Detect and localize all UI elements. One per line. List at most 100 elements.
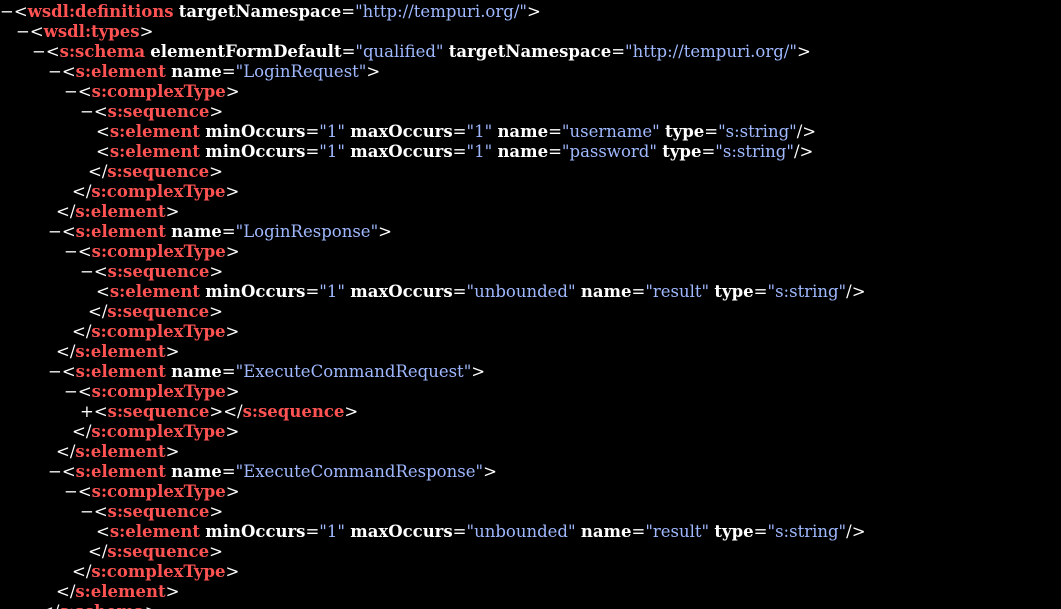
xml-punctuation: <: [77, 82, 92, 101]
xml-attribute-name: type: [662, 142, 702, 161]
xml-attribute-value: "ExecuteCommandRequest": [235, 362, 472, 381]
xml-attribute-name: name: [171, 462, 222, 481]
collapse-toggle[interactable]: −: [80, 262, 94, 281]
xml-punctuation: <: [29, 22, 44, 41]
xml-punctuation: </: [56, 442, 76, 461]
xml-punctuation: =: [452, 282, 467, 301]
xml-attribute-name: name: [171, 222, 222, 241]
xml-punctuation: =: [305, 122, 320, 141]
xml-punctuation: >: [165, 202, 180, 221]
collapse-toggle[interactable]: −: [32, 42, 46, 61]
xml-line: </s:element>: [56, 342, 179, 362]
xml-punctuation: <: [96, 142, 110, 161]
xml-tag-name: s:element: [75, 62, 166, 81]
xml-punctuation: <: [61, 222, 76, 241]
xml-punctuation: </: [88, 162, 108, 181]
xml-punctuation: >: [225, 82, 240, 101]
collapse-toggle[interactable]: −: [48, 222, 62, 241]
xml-punctuation: =: [305, 282, 320, 301]
xml-punctuation: >: [344, 402, 359, 421]
xml-punctuation: <: [96, 522, 110, 541]
xml-line: </s:sequence>: [88, 542, 223, 562]
xml-punctuation: =: [631, 282, 646, 301]
xml-punctuation: ></: [209, 402, 243, 421]
xml-tag-name: wsdl:definitions: [27, 2, 174, 21]
xml-punctuation: =: [548, 122, 562, 141]
xml-punctuation: =: [704, 122, 719, 141]
xml-punctuation: </: [56, 582, 76, 601]
xml-attribute-value: "http://tempuri.org/": [625, 42, 797, 61]
xml-tag-name: s:element: [75, 582, 166, 601]
xml-tag-name: wsdl:types: [43, 22, 140, 41]
xml-tag-name: s:element: [75, 442, 166, 461]
xml-punctuation: >: [165, 442, 180, 461]
xml-punctuation: >: [225, 422, 240, 441]
collapse-toggle[interactable]: −: [16, 22, 30, 41]
xml-punctuation: <: [93, 262, 108, 281]
collapse-toggle[interactable]: −: [48, 62, 62, 81]
xml-punctuation: =: [341, 2, 356, 21]
xml-attribute-name: targetNamespace: [178, 2, 342, 21]
xml-punctuation: >: [225, 562, 240, 581]
xml-punctuation: <: [61, 462, 76, 481]
xml-line: −<s:complexType>: [64, 82, 240, 102]
xml-tag-name: s:schema: [59, 42, 146, 61]
xml-tag-name: s:element: [109, 142, 201, 161]
collapse-toggle[interactable]: −: [48, 362, 62, 381]
collapse-toggle[interactable]: −: [64, 382, 78, 401]
xml-attribute-value: "s:string": [718, 122, 797, 141]
xml-punctuation: />: [846, 522, 866, 541]
collapse-toggle[interactable]: −: [80, 102, 94, 121]
collapse-toggle[interactable]: −: [80, 502, 94, 521]
xml-attribute-name: type: [664, 122, 705, 141]
collapse-toggle[interactable]: −: [0, 2, 14, 21]
xml-punctuation: >: [165, 582, 180, 601]
xml-line: <s:element minOccurs="1" maxOccurs="1" n…: [96, 142, 813, 162]
xml-punctuation: =: [221, 462, 236, 481]
collapse-toggle[interactable]: −: [64, 242, 78, 261]
xml-line: −<s:sequence>: [80, 262, 223, 282]
xml-punctuation: >: [366, 62, 381, 81]
xml-attribute-value: "1": [319, 142, 345, 161]
xml-attribute-value: "1": [466, 122, 493, 141]
xml-punctuation: />: [793, 142, 814, 161]
xml-tree-viewer: −<wsdl:definitions targetNamespace="http…: [0, 0, 1061, 609]
xml-line: </s:complexType>: [72, 182, 239, 202]
xml-punctuation: </: [72, 322, 92, 341]
xml-punctuation: =: [753, 522, 768, 541]
xml-line: <s:element minOccurs="1" maxOccurs="unbo…: [96, 522, 866, 542]
xml-tag-name: s:sequence: [107, 402, 210, 421]
xml-punctuation: </: [88, 302, 108, 321]
xml-tag-name: s:sequence: [107, 102, 210, 121]
xml-tag-name: s:complexType: [91, 322, 226, 341]
xml-punctuation: >: [483, 462, 497, 481]
collapse-toggle[interactable]: −: [48, 462, 62, 481]
xml-punctuation: <: [96, 122, 110, 141]
xml-line: −<s:sequence>: [80, 502, 223, 522]
xml-attribute-name: maxOccurs: [350, 142, 453, 161]
collapse-toggle[interactable]: −: [64, 482, 78, 501]
expand-toggle[interactable]: +: [80, 402, 94, 421]
xml-attribute-value: "s:string": [715, 142, 794, 161]
collapse-toggle[interactable]: −: [64, 82, 78, 101]
xml-attribute-name: name: [497, 122, 549, 141]
xml-punctuation: </: [56, 202, 76, 221]
xml-attribute-name: minOccurs: [205, 522, 306, 541]
xml-tag-name: s:element: [109, 122, 201, 141]
xml-punctuation: >: [796, 42, 811, 61]
xml-punctuation: =: [701, 142, 716, 161]
xml-tag-name: s:element: [75, 342, 166, 361]
xml-punctuation: <: [61, 362, 76, 381]
xml-line: −<s:element name="LoginRequest">: [48, 62, 380, 82]
xml-attribute-name: name: [497, 142, 549, 161]
xml-line: −<s:element name="ExecuteCommandRequest"…: [48, 362, 485, 382]
xml-tag-name: s:complexType: [91, 82, 226, 101]
xml-line: −<s:sequence>: [80, 102, 223, 122]
xml-tag-name: s:element: [75, 362, 166, 381]
xml-line: </s:sequence>: [88, 162, 223, 182]
xml-attribute-value: "username": [561, 122, 660, 141]
xml-tag-name: s:sequence: [242, 402, 345, 421]
xml-punctuation: </: [72, 562, 92, 581]
xml-punctuation: </: [56, 342, 76, 361]
xml-punctuation: =: [305, 142, 320, 161]
